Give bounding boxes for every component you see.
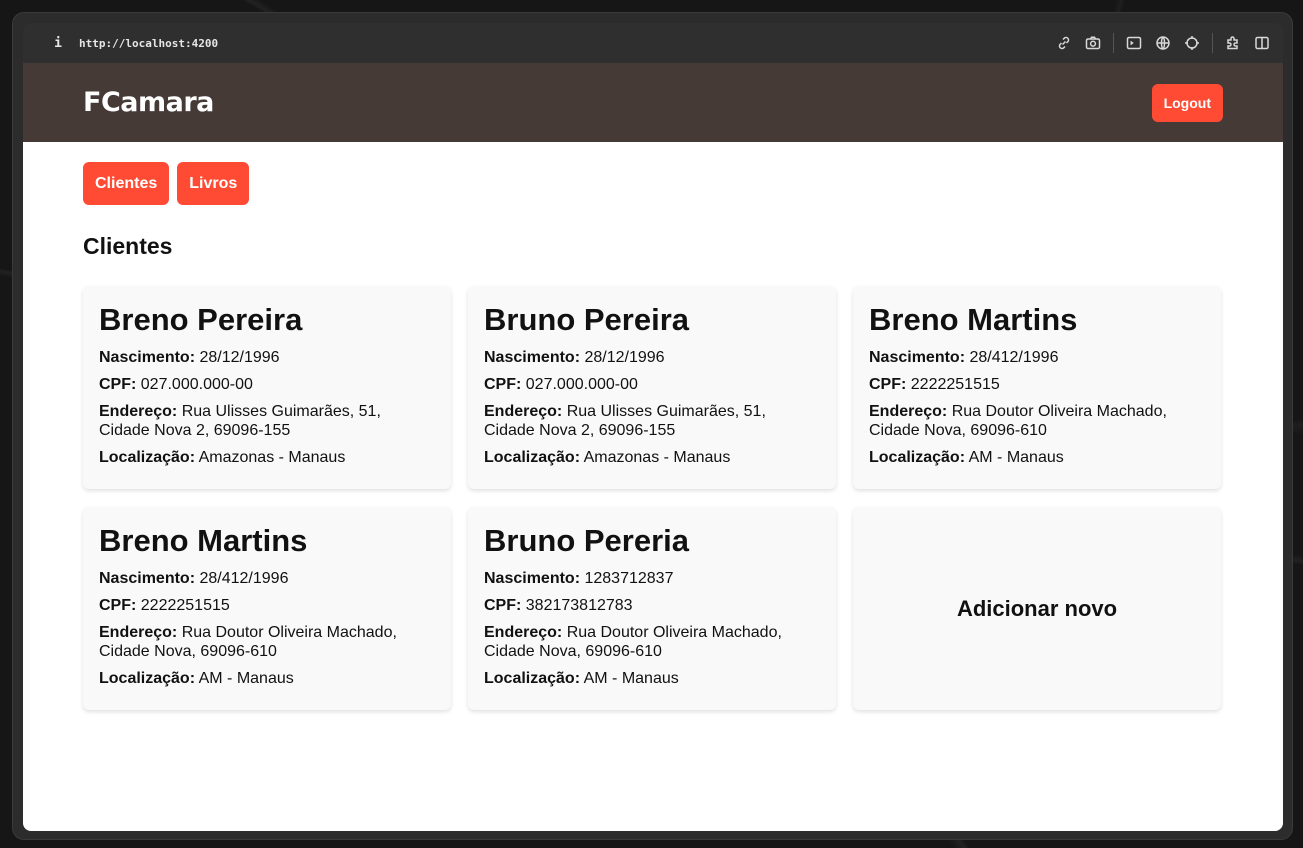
localizacao-value: Amazonas - Manaus: [198, 449, 346, 466]
client-endereco: Endereço: Rua Doutor Oliveira Machado, C…: [99, 623, 435, 661]
toolbar-icons: [1044, 33, 1271, 53]
client-nascimento: Nascimento: 28/12/1996: [99, 348, 435, 367]
client-card[interactable]: Bruno Pereira Nascimento: 28/12/1996 CPF…: [468, 286, 836, 489]
client-name: Bruno Pereira: [484, 302, 690, 337]
client-endereco: Endereço: Rua Doutor Oliveira Machado, C…: [869, 402, 1205, 440]
client-nascimento: Nascimento: 1283712837: [484, 569, 820, 588]
link-icon[interactable]: [1055, 34, 1073, 52]
cpf-value: 027.000.000-00: [525, 376, 638, 393]
cpf-label: CPF:: [484, 597, 522, 614]
client-nascimento: Nascimento: 28/412/1996: [99, 569, 435, 588]
nascimento-value: 28/12/1996: [199, 349, 280, 366]
globe-icon[interactable]: [1154, 34, 1172, 52]
localizacao-label: Localização:: [484, 449, 581, 466]
localizacao-label: Localização:: [484, 670, 581, 687]
client-card[interactable]: Breno Pereira Nascimento: 28/12/1996 CPF…: [83, 286, 451, 489]
client-localizacao: Localização: AM - Manaus: [869, 448, 1205, 467]
cpf-label: CPF:: [99, 597, 137, 614]
localizacao-value: AM - Manaus: [583, 670, 679, 687]
localizacao-label: Localização:: [99, 449, 196, 466]
cpf-value: 2222251515: [140, 597, 230, 614]
cpf-label: CPF:: [99, 376, 137, 393]
client-cpf: CPF: 2222251515: [869, 375, 1205, 394]
client-name: Breno Martins: [869, 302, 1078, 337]
clients-grid: Breno Pereira Nascimento: 28/12/1996 CPF…: [83, 286, 1223, 710]
client-cpf: CPF: 382173812783: [484, 596, 820, 615]
main-content: Clientes Livros Clientes Breno Pereira N…: [23, 142, 1283, 730]
localizacao-label: Localização:: [99, 670, 196, 687]
localizacao-value: AM - Manaus: [198, 670, 294, 687]
endereco-label: Endereço:: [869, 403, 948, 420]
fcamara-logo[interactable]: FCamara: [83, 87, 214, 118]
sidebar-icon[interactable]: [1253, 34, 1271, 52]
nascimento-label: Nascimento:: [484, 570, 581, 587]
localizacao-value: Amazonas - Manaus: [583, 449, 731, 466]
cpf-label: CPF:: [869, 376, 907, 393]
toolbar-divider: [1113, 33, 1114, 53]
client-name: Breno Martins: [99, 523, 308, 558]
nascimento-value: 28/412/1996: [199, 570, 289, 587]
cpf-value: 382173812783: [525, 597, 633, 614]
localizacao-label: Localização:: [869, 449, 966, 466]
camera-icon[interactable]: [1084, 34, 1102, 52]
cpf-label: CPF:: [484, 376, 522, 393]
client-card[interactable]: Bruno Pereria Nascimento: 1283712837 CPF…: [468, 507, 836, 710]
nascimento-label: Nascimento:: [99, 349, 196, 366]
client-nascimento: Nascimento: 28/12/1996: [484, 348, 820, 367]
client-endereco: Endereço: Rua Doutor Oliveira Machado, C…: [484, 623, 820, 661]
add-client-card[interactable]: Adicionar novo: [853, 507, 1221, 710]
nascimento-value: 28/412/1996: [969, 349, 1059, 366]
endereco-label: Endereço:: [484, 403, 563, 420]
nascimento-value: 28/12/1996: [584, 349, 665, 366]
client-endereco: Endereço: Rua Ulisses Guimarães, 51, Cid…: [99, 402, 435, 440]
extension-icon[interactable]: [1224, 34, 1242, 52]
page-title: Clientes: [83, 233, 173, 259]
localizacao-value: AM - Manaus: [968, 449, 1064, 466]
url-text[interactable]: http://localhost:4200: [79, 37, 218, 50]
client-cpf: CPF: 027.000.000-00: [99, 375, 435, 394]
terminal-icon[interactable]: [1125, 34, 1143, 52]
client-localizacao: Localização: Amazonas - Manaus: [99, 448, 435, 467]
app-header: FCamara Logout: [23, 63, 1283, 142]
cpf-value: 2222251515: [910, 376, 1000, 393]
nascimento-label: Nascimento:: [869, 349, 966, 366]
cpf-value: 027.000.000-00: [140, 376, 253, 393]
browser-window: i http://localhost:4200 FCamara Logout C…: [12, 12, 1293, 840]
client-localizacao: Localização: AM - Manaus: [484, 669, 820, 688]
clientes-button[interactable]: Clientes: [83, 162, 170, 205]
nascimento-label: Nascimento:: [484, 349, 581, 366]
client-endereco: Endereço: Rua Ulisses Guimarães, 51, Cid…: [484, 402, 820, 440]
toolbar-divider: [1212, 33, 1213, 53]
nascimento-label: Nascimento:: [99, 570, 196, 587]
endereco-label: Endereço:: [484, 624, 563, 641]
client-name: Breno Pereira: [99, 302, 303, 337]
logout-button[interactable]: Logout: [1151, 83, 1223, 122]
endereco-label: Endereço:: [99, 403, 178, 420]
info-icon[interactable]: i: [49, 36, 67, 51]
crosshair-icon[interactable]: [1183, 34, 1201, 52]
client-card[interactable]: Breno Martins Nascimento: 28/412/1996 CP…: [853, 286, 1221, 489]
page-viewport: FCamara Logout Clientes Livros Clientes …: [23, 63, 1283, 831]
client-localizacao: Localização: AM - Manaus: [99, 669, 435, 688]
nascimento-value: 1283712837: [584, 570, 674, 587]
endereco-label: Endereço:: [99, 624, 178, 641]
livros-button[interactable]: Livros: [177, 162, 250, 205]
address-bar: i http://localhost:4200: [23, 23, 1283, 63]
client-name: Bruno Pereria: [484, 523, 690, 558]
client-cpf: CPF: 2222251515: [99, 596, 435, 615]
client-localizacao: Localização: Amazonas - Manaus: [484, 448, 820, 467]
client-card[interactable]: Breno Martins Nascimento: 28/412/1996 CP…: [83, 507, 451, 710]
client-nascimento: Nascimento: 28/412/1996: [869, 348, 1205, 367]
client-cpf: CPF: 027.000.000-00: [484, 375, 820, 394]
section-nav: Clientes Livros: [83, 162, 1223, 205]
